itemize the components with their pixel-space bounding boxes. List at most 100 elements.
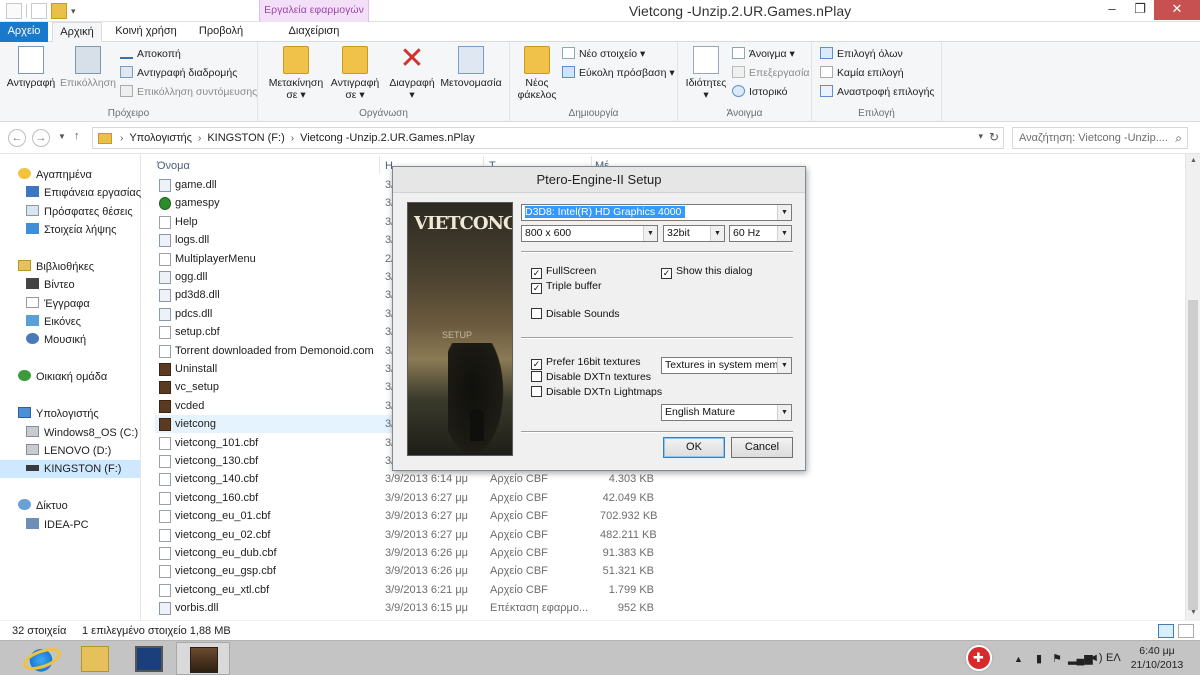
action-center-flag-icon[interactable]: ⚑ (1052, 652, 1062, 665)
lenovo-app-taskbar-button[interactable] (122, 642, 176, 675)
maximize-button[interactable]: ❐ (1126, 0, 1154, 20)
antivirus-tray-icon[interactable]: ✚ (966, 645, 992, 671)
tab-home[interactable]: Αρχική (52, 22, 102, 42)
breadcrumb-drive[interactable]: KINGSTON (F:) (207, 132, 284, 144)
address-bar[interactable]: › Υπολογιστής › KINGSTON (F:) › Vietcong… (92, 127, 1004, 149)
new-folder-qat-icon[interactable] (51, 3, 67, 19)
volume-icon[interactable]: ◄) (1088, 652, 1103, 664)
nav-drive-d[interactable]: LENOVO (D:) (26, 442, 111, 460)
search-input[interactable]: Αναζήτηση: Vietcong -Unzip.... ⌕ (1012, 127, 1188, 149)
input-language-indicator[interactable]: ΕΛ (1106, 652, 1121, 664)
file-row[interactable]: vietcong 3/ (155, 415, 395, 434)
nav-drive-c[interactable]: Windows8_OS (C:) (26, 424, 138, 442)
file-row[interactable]: vietcong_eu_xtl.cbf 3/9/2013 6:21 μμ Αρχεί… (155, 581, 955, 599)
column-header-name[interactable]: Όνομα (157, 160, 190, 176)
cut-button[interactable]: Αποκοπή (120, 45, 181, 63)
system-clock[interactable]: 6:40 μμ 21/10/2013 (1126, 644, 1188, 672)
nav-libraries[interactable]: Βιβλιοθήκες (18, 258, 94, 276)
scroll-up-arrow-icon[interactable]: ▲ (1186, 154, 1200, 168)
delete-button[interactable]: ✕ Διαγραφή ▾ (386, 44, 438, 102)
copy-path-button[interactable]: Αντιγραφή διαδρομής (120, 64, 237, 82)
forward-button[interactable]: → (32, 129, 50, 147)
file-row[interactable]: vietcong_eu_gsp.cbf 3/9/2013 6:26 μμ Αρχεί… (155, 562, 955, 580)
tab-share[interactable]: Κοινή χρήση (108, 22, 184, 42)
nav-documents[interactable]: Έγγραφα (26, 295, 90, 313)
texture-memory-select[interactable]: Textures in system memory ▼ (661, 357, 792, 374)
large-icons-view-icon[interactable] (1178, 624, 1194, 638)
details-view-icon[interactable] (1158, 624, 1174, 638)
nav-desktop[interactable]: Επιφάνεια εργασίας (26, 184, 141, 202)
new-folder-button[interactable]: Νέος φάκελος (514, 46, 560, 101)
refresh-icon[interactable]: ↻ (989, 130, 999, 144)
show-hidden-icons-icon[interactable]: ▲ (1014, 654, 1023, 664)
select-none-button[interactable]: Καμία επιλογή (820, 64, 904, 82)
resolution-select[interactable]: 800 x 600 ▼ (521, 225, 658, 242)
fullscreen-checkbox[interactable]: ✓ FullScreen (531, 265, 596, 279)
qat-dropdown-icon[interactable]: ▾ (71, 6, 76, 17)
file-row[interactable]: vorbis.dll 3/9/2013 6:15 μμ Επέκταση εφαρμ… (155, 599, 955, 617)
file-row[interactable]: vietcong_eu_01.cbf 3/9/2013 6:27 μμ Αρχείο… (155, 507, 955, 525)
app-menu-icon[interactable] (6, 3, 22, 19)
open-button[interactable]: Άνοιγμα ▾ (732, 45, 795, 63)
paste-shortcut-button[interactable]: Επικόλληση συντόμευσης (120, 83, 257, 101)
disable-dxtn-lightmaps-checkbox[interactable]: Disable DXTn Lightmaps (531, 386, 662, 400)
edit-button[interactable]: Επεξεργασία (732, 64, 810, 82)
column-divider[interactable] (379, 156, 380, 174)
nav-homegroup[interactable]: Οικιακή ομάδα (18, 368, 107, 386)
history-button[interactable]: Ιστορικό (732, 83, 788, 101)
internet-explorer-taskbar-button[interactable] (14, 642, 68, 675)
vertical-scrollbar[interactable]: ▲ ▼ (1185, 154, 1200, 620)
new-item-button[interactable]: Νέο στοιχείο ▾ (562, 45, 645, 63)
nav-favorites[interactable]: Αγαπημένα (18, 166, 92, 184)
breadcrumb-computer[interactable]: Υπολογιστής (129, 132, 192, 144)
language-select[interactable]: English Mature ▼ (661, 404, 792, 421)
nav-pictures[interactable]: Εικόνες (26, 313, 81, 331)
scrollbar-thumb[interactable] (1188, 300, 1198, 610)
battery-icon[interactable]: ▮ (1036, 652, 1042, 665)
ok-button[interactable]: OK (663, 437, 725, 458)
file-row[interactable]: vietcong_eu_dub.cbf 3/9/2013 6:26 μμ Αρχεί… (155, 544, 955, 562)
vietcong-taskbar-button[interactable] (176, 642, 230, 675)
file-row[interactable]: vietcong_eu_02.cbf 3/9/2013 6:27 μμ Αρχείο… (155, 526, 955, 544)
tab-view[interactable]: Προβολή (190, 22, 252, 42)
nav-downloads[interactable]: Στοιχεία λήψης (26, 221, 116, 239)
select-all-button[interactable]: Επιλογή όλων (820, 45, 903, 63)
scroll-down-arrow-icon[interactable]: ▼ (1186, 606, 1200, 620)
disable-sounds-checkbox[interactable]: Disable Sounds (531, 308, 620, 322)
invert-selection-button[interactable]: Αναστροφή επιλογής (820, 83, 934, 101)
file-row[interactable]: vietcong_140.cbf 3/9/2013 6:14 μμ Αρχείο C… (155, 470, 955, 488)
rename-button[interactable]: Μετονομασία (438, 46, 504, 89)
triple-buffer-checkbox[interactable]: ✓ Triple buffer (531, 280, 601, 294)
back-button[interactable]: ← (8, 129, 26, 147)
paste-button[interactable]: Επικόλληση (60, 46, 116, 89)
minimize-button[interactable]: – (1098, 0, 1126, 20)
properties-button[interactable]: Ιδιότητες ▾ (682, 46, 730, 101)
tab-file[interactable]: Αρχείο (0, 22, 48, 42)
nav-drive-f[interactable]: KINGSTON (F:) (0, 460, 140, 478)
easy-access-button[interactable]: Εύκολη πρόσβαση ▾ (562, 64, 675, 82)
up-button[interactable]: ↑ (74, 130, 80, 142)
refresh-rate-select[interactable]: 60 Hz ▼ (729, 225, 792, 242)
nav-idea-pc[interactable]: IDEA-PC (26, 516, 89, 534)
nav-recent-places[interactable]: Πρόσφατες θέσεις (26, 203, 133, 221)
device-select[interactable]: D3D8: Intel(R) HD Graphics 4000 ▼ (521, 204, 792, 221)
file-explorer-taskbar-button[interactable] (68, 642, 122, 675)
move-to-button[interactable]: Μετακίνηση σε ▾ (266, 46, 326, 101)
search-icon[interactable]: ⌕ (1175, 128, 1182, 148)
properties-qat-icon[interactable] (31, 3, 47, 19)
address-dropdown-icon[interactable]: ▾ (978, 131, 983, 142)
nav-music[interactable]: Μουσική (26, 331, 86, 349)
show-dialog-checkbox[interactable]: ✓ Show this dialog (661, 265, 752, 279)
disable-dxtn-textures-checkbox[interactable]: Disable DXTn textures (531, 371, 651, 385)
close-button[interactable]: ✕ (1154, 0, 1200, 20)
color-depth-select[interactable]: 32bit ▼ (663, 225, 725, 242)
file-row[interactable]: vietcong_160.cbf 3/9/2013 6:27 μμ Αρχείο C… (155, 489, 955, 507)
nav-computer[interactable]: Υπολογιστής (18, 405, 99, 423)
nav-network[interactable]: Δίκτυο (18, 497, 68, 515)
tab-manage[interactable]: Διαχείριση (262, 22, 366, 42)
recent-locations-dropdown-icon[interactable]: ▼ (58, 132, 66, 141)
breadcrumb-folder[interactable]: Vietcong -Unzip.2.UR.Games.nPlay (300, 132, 475, 144)
copy-button[interactable]: Αντιγραφή (4, 46, 58, 89)
cancel-button[interactable]: Cancel (731, 437, 793, 458)
nav-videos[interactable]: Βίντεο (26, 276, 75, 294)
